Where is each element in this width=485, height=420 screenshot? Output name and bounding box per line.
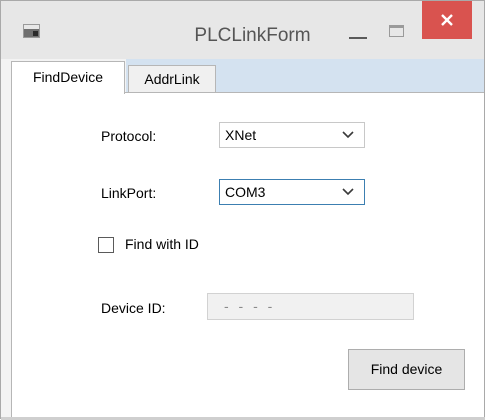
protocol-label: Protocol:: [101, 128, 157, 144]
maximize-button[interactable]: [385, 21, 409, 43]
find-with-id-label[interactable]: Find with ID: [125, 236, 199, 252]
tab-strip: FindDevice AddrLink: [11, 59, 484, 94]
linkport-label: LinkPort:: [101, 185, 157, 201]
minimize-button[interactable]: [347, 25, 371, 43]
find-device-button[interactable]: Find device: [348, 349, 465, 390]
device-id-label: Device ID:: [101, 300, 166, 316]
close-icon: [441, 14, 453, 26]
title-bar[interactable]: PLCLinkForm: [1, 1, 484, 59]
close-button[interactable]: [422, 1, 472, 39]
plc-link-form-window: PLCLinkForm FindDevice AddrLink Protocol…: [0, 0, 485, 420]
chevron-down-icon: [342, 131, 354, 139]
linkport-select[interactable]: COM3: [219, 179, 365, 205]
find-with-id-checkbox[interactable]: [98, 237, 114, 253]
chevron-down-icon: [342, 188, 354, 196]
tab-find-device[interactable]: FindDevice: [11, 61, 125, 94]
protocol-select-value: XNet: [225, 127, 257, 143]
linkport-select-value: COM3: [225, 184, 266, 200]
device-id-field[interactable]: - - - -: [207, 293, 414, 320]
protocol-select[interactable]: XNet: [219, 122, 365, 148]
tab-addr-link[interactable]: AddrLink: [128, 65, 216, 92]
find-device-panel: Protocol: XNet LinkPort: COM3 Find with …: [11, 92, 484, 420]
window-title: PLCLinkForm: [194, 25, 311, 46]
